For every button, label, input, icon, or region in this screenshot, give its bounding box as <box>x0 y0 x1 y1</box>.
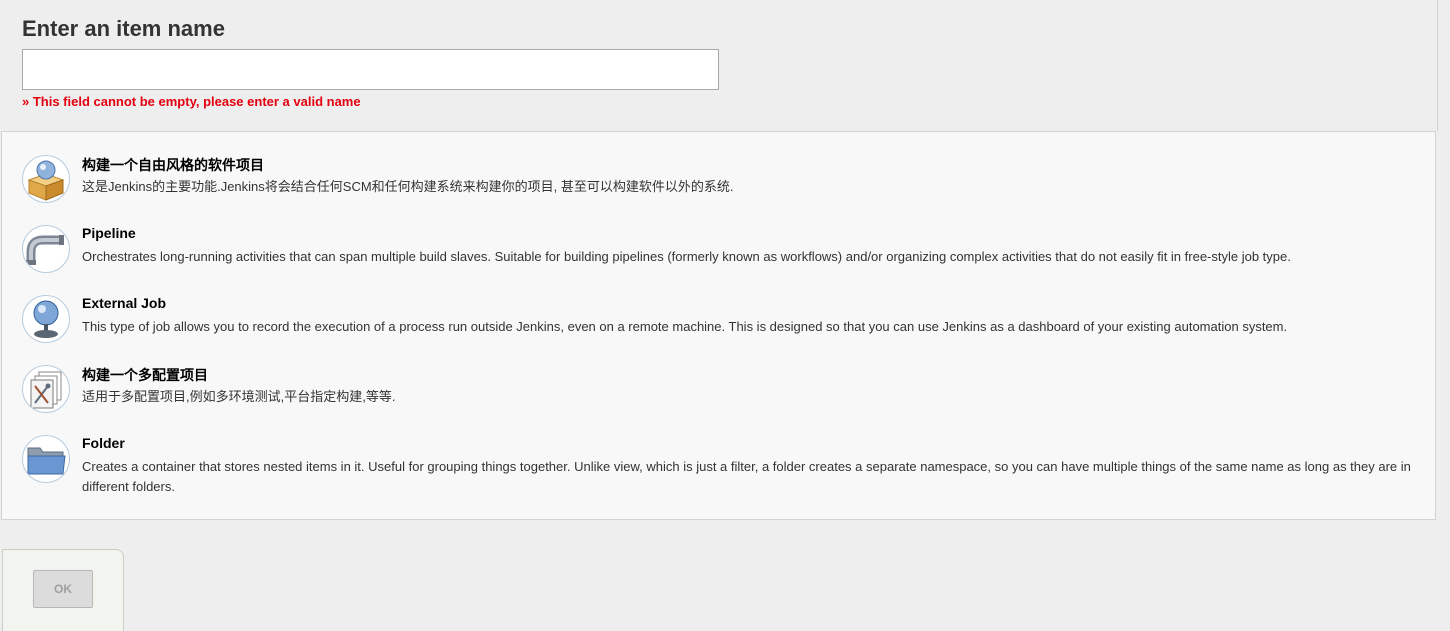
validation-error-message: » This field cannot be empty, please ent… <box>22 94 361 109</box>
item-name-section: Enter an item name » This field cannot b… <box>0 0 1438 131</box>
item-type-description: 适用于多配置项目,例如多环境测试,平台指定构建,等等. <box>82 389 396 404</box>
folder-icon <box>22 435 70 483</box>
item-type-description: Creates a container that stores nested i… <box>82 459 1411 494</box>
item-type-title: 构建一个自由风格的软件项目 <box>82 157 264 173</box>
ok-button[interactable]: OK <box>33 570 93 608</box>
item-type-title: Pipeline <box>82 225 136 241</box>
item-name-label: Enter an item name <box>22 16 225 41</box>
item-type-title: Folder <box>82 435 125 451</box>
item-type-description: 这是Jenkins的主要功能.Jenkins将会结合任何SCM和任何构建系统来构… <box>82 179 734 194</box>
freestyle-package-icon <box>22 155 70 203</box>
item-name-input[interactable] <box>22 49 719 90</box>
item-type-title: External Job <box>82 295 167 311</box>
ok-button-panel: OK <box>2 549 124 631</box>
footer <box>0 520 1437 631</box>
item-type-description: This type of job allows you to record th… <box>82 319 1288 334</box>
multi-config-icon <box>22 365 70 413</box>
pipeline-icon <box>22 225 70 273</box>
item-type-title: 构建一个多配置项目 <box>82 367 208 383</box>
external-job-monitor-icon <box>22 295 70 343</box>
item-type-description: Orchestrates long-running activities tha… <box>82 249 1291 264</box>
item-type-list: 构建一个自由风格的软件项目 这是Jenkins的主要功能.Jenkins将会结合… <box>1 131 1436 520</box>
